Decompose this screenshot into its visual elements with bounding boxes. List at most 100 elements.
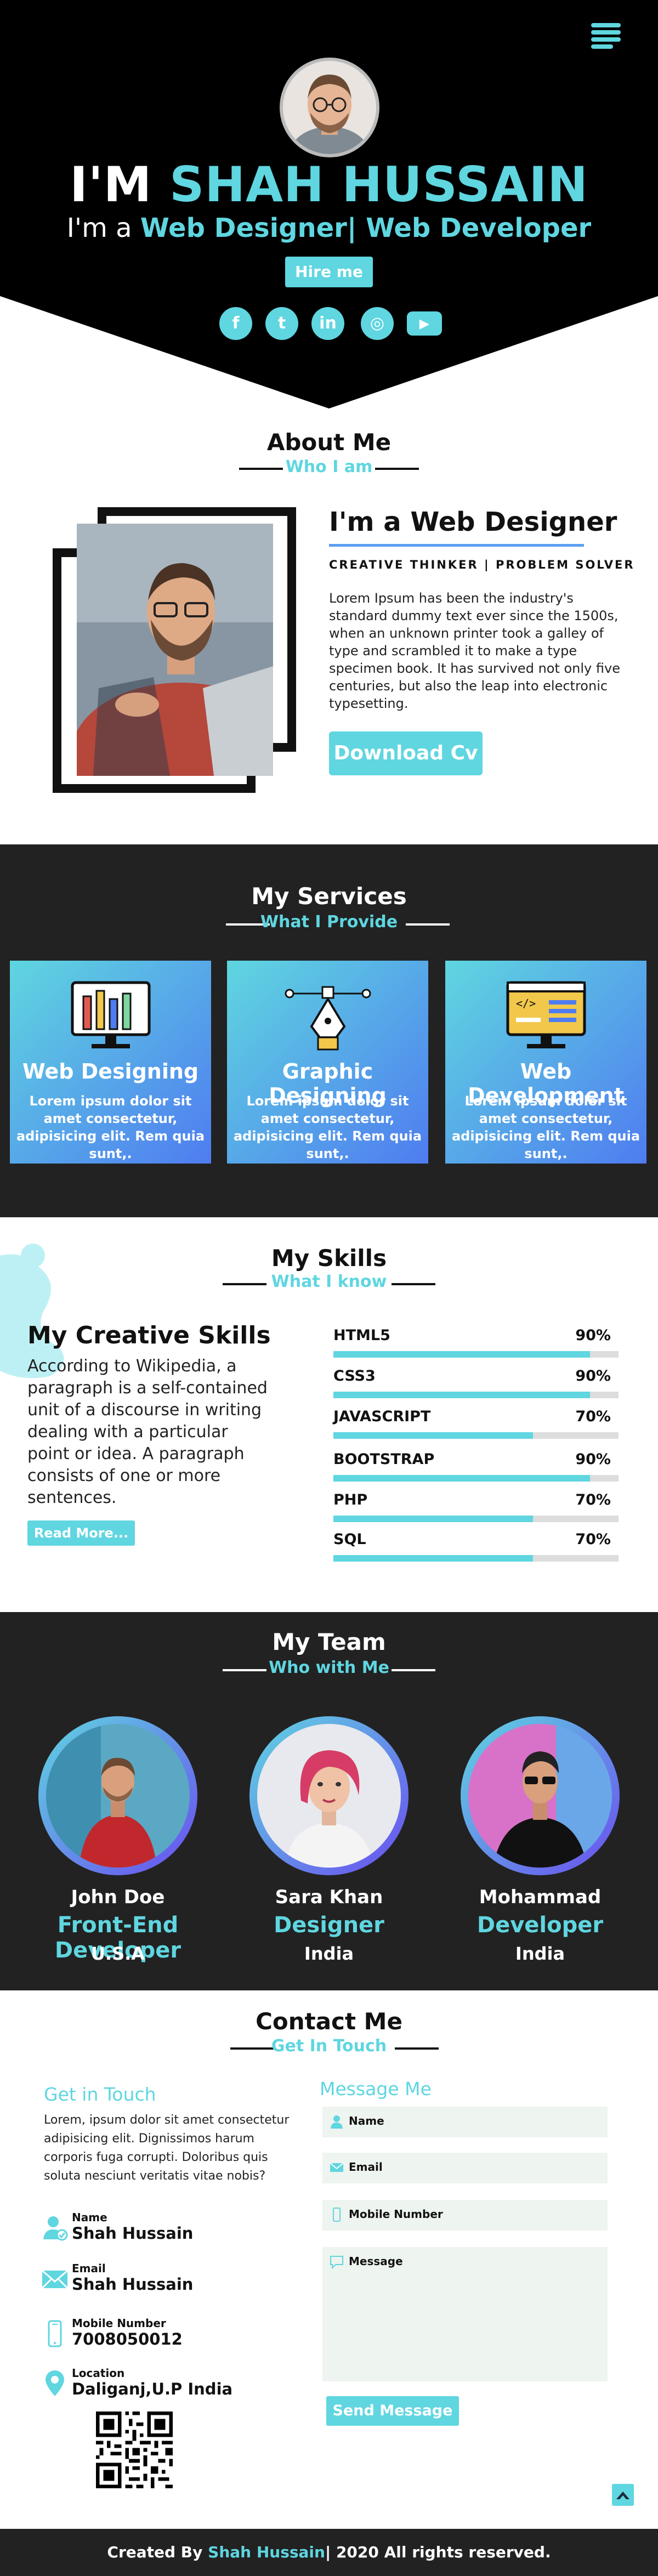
member-photo bbox=[46, 1724, 190, 1868]
skills-title: My Skills bbox=[271, 1245, 387, 1272]
footer: Created By Shah Hussain| 2020 All rights… bbox=[0, 2529, 658, 2576]
monitor-design-icon bbox=[71, 981, 151, 1048]
skills-text: According to Wikipedia, a paragraph is a… bbox=[27, 1357, 268, 1507]
chat-bubble-icon bbox=[330, 2256, 343, 2269]
skill-bar-track bbox=[333, 1432, 619, 1439]
email-input[interactable]: Email bbox=[322, 2153, 608, 2183]
email-field-label: Email bbox=[349, 2160, 383, 2174]
contact-info-phone: Mobile Number 7008050012 bbox=[41, 2317, 315, 2355]
service-card[interactable]: Web Designing Lorem ipsum dolor sit amet… bbox=[10, 961, 211, 1164]
linkedin-icon[interactable]: in bbox=[311, 307, 344, 340]
skill-name: CSS3 bbox=[333, 1368, 376, 1385]
member-name: Mohammad bbox=[479, 1886, 602, 1908]
team-member-card: John Doe Front-End Developer U.S.A bbox=[11, 1716, 225, 1964]
message-textarea[interactable]: Message bbox=[322, 2247, 608, 2381]
skill-bar-track bbox=[333, 1392, 619, 1398]
footer-prefix: Created By bbox=[107, 2543, 203, 2561]
member-name: Sara Khan bbox=[275, 1886, 383, 1908]
skill-name: BOOTSTRAP bbox=[333, 1451, 435, 1468]
service-card[interactable]: </> Web Development Lorem ipsum dolor si… bbox=[445, 961, 646, 1164]
team-member-card: Mohammad Developer India bbox=[433, 1716, 647, 1964]
skill-bar-fill bbox=[333, 1351, 590, 1358]
about-subtitle: Who I am bbox=[285, 457, 373, 476]
member-photo-ring bbox=[38, 1716, 197, 1875]
contact-info-location: Location Daliganj,U.P India bbox=[41, 2367, 315, 2405]
member-location: India bbox=[304, 1943, 354, 1964]
hero-section: I'M SHAH HUSSAIN I'm a Web Designer| Web… bbox=[0, 0, 658, 408]
about-title: About Me bbox=[266, 429, 392, 456]
info-label: Mobile Number bbox=[72, 2317, 166, 2330]
member-photo-ring bbox=[249, 1716, 409, 1875]
arrow-up-icon bbox=[616, 2492, 629, 2499]
hero-subtitle: I'm a Web Designer| Web Developer bbox=[0, 213, 658, 243]
skill-row: BOOTSTRAP 90% bbox=[333, 1451, 619, 1484]
member-location: U.S.A bbox=[90, 1943, 145, 1964]
heading-underline bbox=[329, 544, 584, 547]
member-photo-ring bbox=[461, 1716, 620, 1875]
divider bbox=[406, 923, 450, 926]
skills-heading: My Creative Skills bbox=[27, 1321, 271, 1349]
send-message-button[interactable]: Send Message bbox=[326, 2396, 459, 2426]
footer-author-link[interactable]: Shah Hussain bbox=[208, 2543, 325, 2561]
service-card[interactable]: Graphic Designing Lorem ipsum dolor sit … bbox=[227, 961, 428, 1164]
instagram-icon[interactable]: ◎ bbox=[361, 307, 394, 340]
skill-bar-fill bbox=[333, 1392, 590, 1398]
hero-title: I'M SHAH HUSSAIN bbox=[0, 156, 658, 213]
member-location: India bbox=[515, 1943, 565, 1964]
divider bbox=[392, 1669, 435, 1671]
info-label: Email bbox=[72, 2262, 106, 2275]
services-title: My Services bbox=[251, 883, 407, 910]
user-icon bbox=[331, 2115, 343, 2129]
menu-icon[interactable] bbox=[591, 23, 621, 49]
divider bbox=[395, 2047, 439, 2050]
message-me-heading: Message Me bbox=[320, 2078, 432, 2100]
services-subtitle: What I Provide bbox=[260, 912, 398, 932]
about-text: Lorem Ipsum has been the industry's stan… bbox=[329, 591, 620, 711]
skill-percent: 70% bbox=[575, 1531, 611, 1548]
name-field-label: Name bbox=[349, 2114, 384, 2127]
hero-subtitle-prefix: I'm a bbox=[66, 213, 132, 243]
service-text: Lorem ipsum dolor sit amet consectetur, … bbox=[16, 1093, 205, 1161]
svg-text:</>: </> bbox=[516, 997, 536, 1010]
skill-bar-fill bbox=[333, 1555, 533, 1562]
skill-percent: 70% bbox=[575, 1408, 611, 1425]
qr-code bbox=[96, 2412, 173, 2488]
contact-info-name: Name Shah Hussain bbox=[41, 2211, 315, 2249]
phone-icon bbox=[333, 2208, 341, 2222]
hero-title-name: SHAH HUSSAIN bbox=[169, 156, 588, 213]
service-text: Lorem ipsum dolor sit amet consectetur, … bbox=[233, 1093, 422, 1161]
skill-row: CSS3 90% bbox=[333, 1368, 619, 1400]
team-section: My Team Who with Me John Doe Front-End D… bbox=[0, 1612, 658, 1990]
skill-bar-fill bbox=[333, 1432, 533, 1439]
skill-bar-track bbox=[333, 1475, 619, 1482]
youtube-icon[interactable]: ▶ bbox=[407, 311, 442, 336]
member-role: Designer bbox=[274, 1913, 384, 1938]
skill-bar-track bbox=[333, 1555, 619, 1562]
contact-subtitle: Get In Touch bbox=[271, 2036, 387, 2056]
skill-row: JAVASCRIPT 70% bbox=[333, 1408, 619, 1441]
member-name: John Doe bbox=[71, 1886, 165, 1908]
skill-name: HTML5 bbox=[333, 1327, 390, 1344]
facebook-icon[interactable]: f bbox=[219, 307, 252, 340]
skill-name: PHP bbox=[333, 1491, 368, 1508]
skill-name: JAVASCRIPT bbox=[333, 1408, 431, 1425]
location-pin-icon bbox=[46, 2370, 64, 2396]
user-icon bbox=[43, 2216, 68, 2241]
member-photo bbox=[468, 1724, 612, 1868]
skill-percent: 90% bbox=[575, 1327, 611, 1344]
download-cv-button[interactable]: Download Cv bbox=[329, 731, 483, 775]
skill-percent: 90% bbox=[575, 1451, 611, 1468]
twitter-icon[interactable]: t bbox=[265, 307, 298, 340]
skill-bar-track bbox=[333, 1351, 619, 1358]
hire-me-button[interactable]: Hire me bbox=[285, 257, 373, 287]
profile-avatar bbox=[280, 58, 379, 157]
about-heading: I'm a Web Designer bbox=[329, 507, 617, 537]
team-title: My Team bbox=[272, 1629, 386, 1655]
info-value: Shah Hussain bbox=[72, 2275, 194, 2294]
scroll-to-top-button[interactable] bbox=[612, 2484, 634, 2506]
mobile-number-input[interactable]: Mobile Number bbox=[322, 2200, 608, 2231]
pen-tool-icon bbox=[285, 986, 371, 1051]
name-input[interactable]: Name bbox=[322, 2107, 608, 2137]
envelope-icon bbox=[41, 2269, 69, 2289]
read-more-button[interactable]: Read More... bbox=[27, 1520, 135, 1546]
